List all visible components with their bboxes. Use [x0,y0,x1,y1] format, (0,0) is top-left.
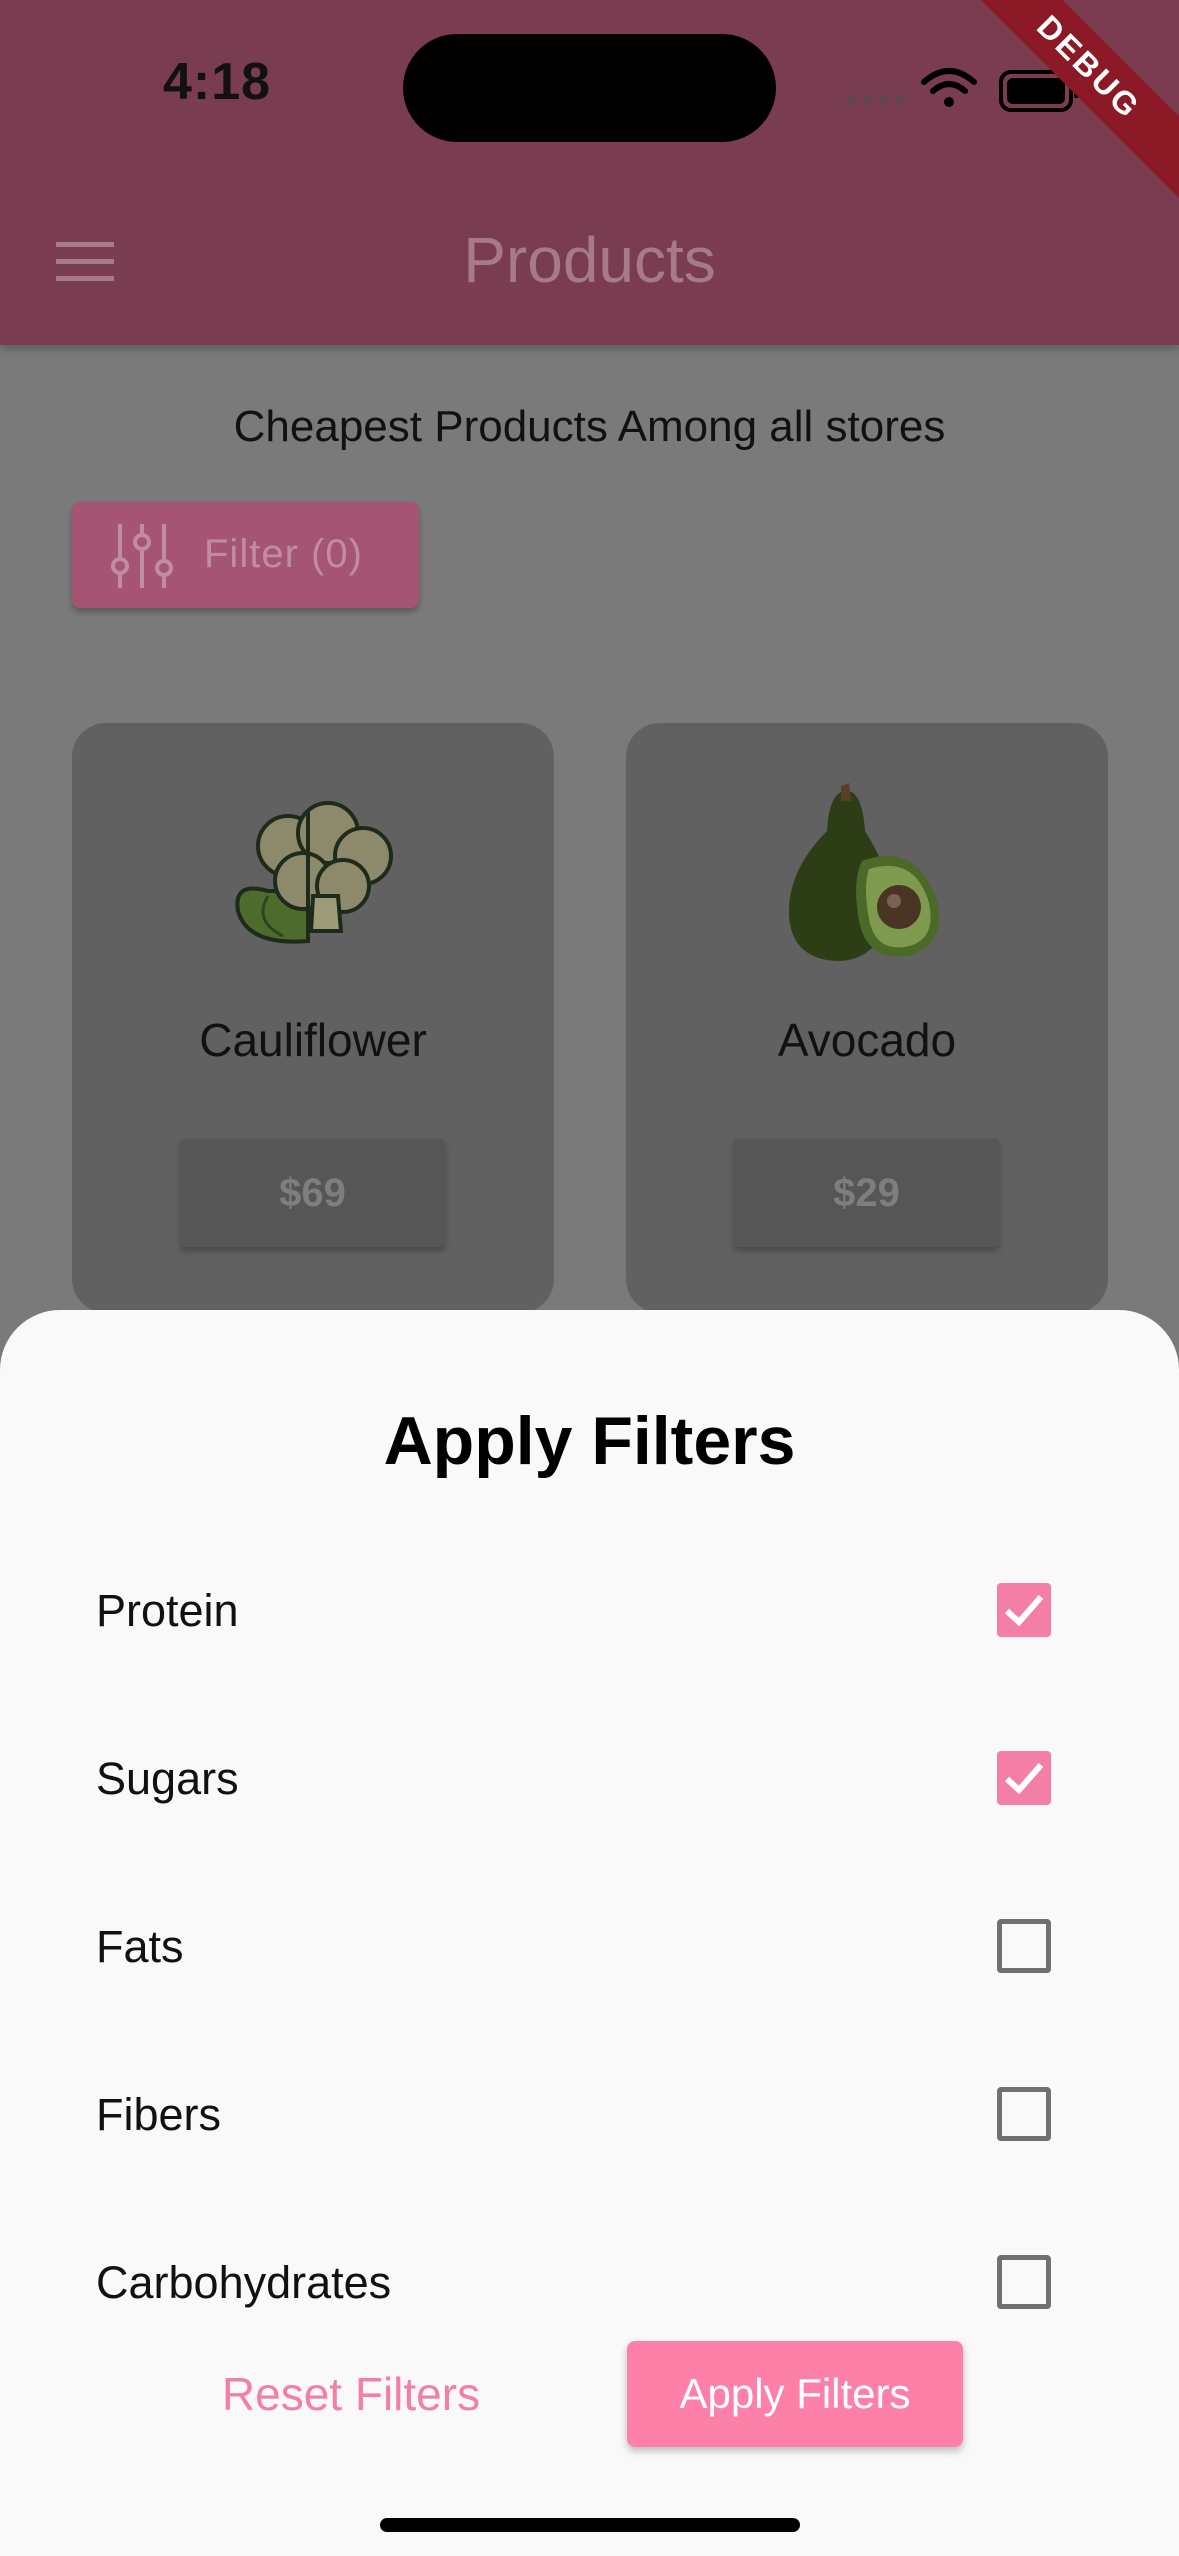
checkbox[interactable] [997,1583,1051,1637]
checkmark-icon [1004,1595,1044,1627]
product-name: Avocado [777,1014,957,1066]
filter-row-protein[interactable]: Protein [96,1565,1051,1655]
app-bar: 4:18 DEBUG Products [0,0,1179,345]
dynamic-island [403,34,776,142]
checkmark-icon [1004,1763,1044,1795]
filter-row-sugars[interactable]: Sugars [96,1733,1051,1823]
filter-label: Fats [96,1921,184,1972]
filter-bottom-sheet: Apply Filters Protein Sugars Fats Fibers… [0,1310,1179,2556]
checkbox[interactable] [997,1751,1051,1805]
sliders-icon [111,524,173,588]
sheet-title: Apply Filters [383,1403,796,1479]
home-indicator [380,2518,800,2532]
filter-row-fats[interactable]: Fats [96,1901,1051,1991]
product-name: Cauliflower [199,1014,427,1066]
product-card-avocado[interactable]: Avocado $29 [626,723,1108,1313]
checkbox[interactable] [997,2087,1051,2141]
cauliflower-icon [235,801,393,944]
product-card-cauliflower[interactable]: Cauliflower $69 [72,723,554,1313]
filter-button-label: Filter (0) [204,532,363,576]
signal-icon [847,95,905,105]
price-button[interactable]: $29 [734,1139,999,1247]
page-subtitle: Cheapest Products Among all stores [233,402,946,451]
filter-label: Protein [96,1585,239,1636]
price-button[interactable]: $69 [180,1139,445,1247]
filter-row-carbohydrates[interactable]: Carbohydrates [96,2237,1051,2327]
reset-filters-button[interactable]: Reset Filters [196,2342,506,2446]
wifi-icon [921,68,977,107]
checkbox[interactable] [997,2255,1051,2309]
filter-label: Carbohydrates [96,2257,392,2308]
filter-label: Sugars [96,1753,239,1804]
app-bar-title: Products [463,224,716,296]
avocado-icon [788,783,939,961]
filter-label: Fibers [96,2089,222,2140]
checkbox[interactable] [997,1919,1051,1973]
filter-button[interactable]: Filter (0) [72,502,419,608]
status-time: 4:18 [163,53,272,111]
filter-row-fibers[interactable]: Fibers [96,2069,1051,2159]
apply-filters-button[interactable]: Apply Filters [627,2341,963,2447]
